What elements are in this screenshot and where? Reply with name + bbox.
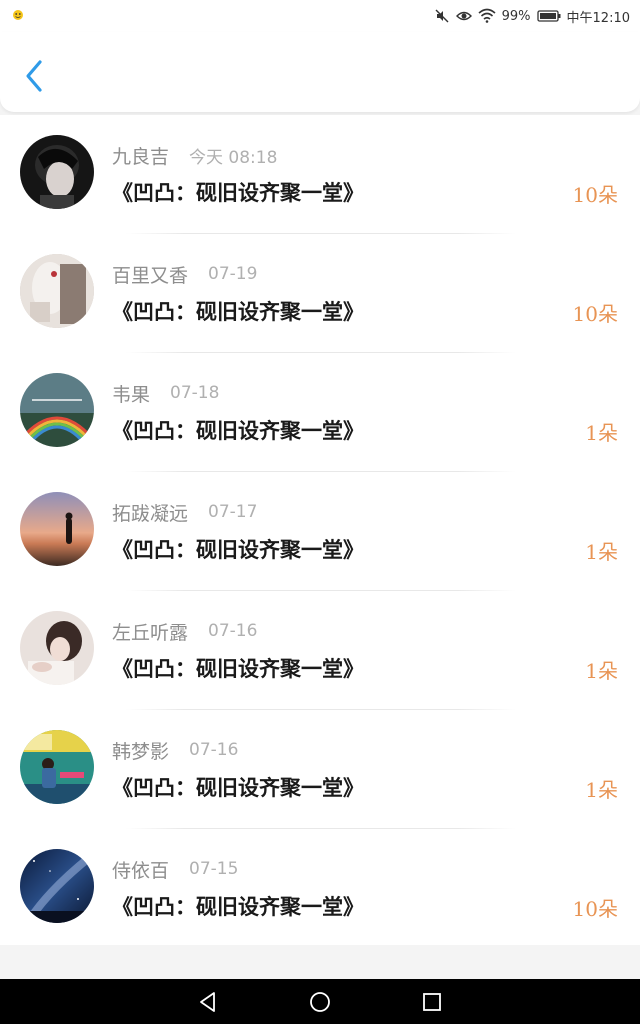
flower-count: 10朵 [572, 302, 618, 326]
name-line: 九良吉 今天 08:18 [112, 143, 278, 168]
sender-name: 百里又香 [112, 264, 189, 287]
work-title: 《凹凸：砚旧设齐聚一堂》 [112, 537, 364, 562]
avatar[interactable] [20, 611, 94, 685]
sender-name: 左丘听露 [112, 621, 189, 644]
battery-percent: 99% [501, 8, 531, 24]
list-item[interactable]: 侍依百 07-15 《凹凸：砚旧设齐聚一堂》 10朵 [0, 829, 640, 948]
list-item[interactable]: 拓跋凝远 07-17 《凹凸：砚旧设齐聚一堂》 1朵 [0, 472, 640, 591]
send-time: 07-16 [189, 740, 239, 760]
wifi-icon [478, 8, 496, 23]
flower-count: 1朵 [585, 659, 618, 683]
avatar[interactable] [20, 730, 94, 804]
list-item[interactable]: 九良吉 今天 08:18 《凹凸：砚旧设齐聚一堂》 10朵 [0, 115, 640, 234]
name-line: 百里又香 07-19 [112, 262, 258, 287]
name-line: 拓跋凝远 07-17 [112, 500, 258, 525]
top-header [0, 32, 640, 112]
circle-home-icon[interactable] [308, 990, 332, 1014]
flower-count: 1朵 [585, 778, 618, 802]
sender-name: 九良吉 [112, 145, 170, 168]
flower-count: 10朵 [572, 183, 618, 207]
send-time: 07-19 [208, 264, 258, 284]
work-title: 《凹凸：砚旧设齐聚一堂》 [112, 180, 364, 205]
send-time: 今天 08:18 [189, 147, 278, 168]
send-time: 07-17 [208, 502, 258, 522]
work-title: 《凹凸：砚旧设齐聚一堂》 [112, 418, 364, 443]
square-recents-icon[interactable] [420, 990, 444, 1014]
system-nav-bar [0, 979, 640, 1024]
work-title: 《凹凸：砚旧设齐聚一堂》 [112, 775, 364, 800]
send-time: 07-18 [170, 383, 220, 403]
work-title: 《凹凸：砚旧设齐聚一堂》 [112, 299, 364, 324]
name-line: 侍依百 07-15 [112, 857, 239, 882]
avatar[interactable] [20, 373, 94, 447]
name-line: 韦果 07-18 [112, 381, 220, 406]
list-item[interactable]: 左丘听露 07-16 《凹凸：砚旧设齐聚一堂》 1朵 [0, 591, 640, 710]
sender-name: 拓跋凝远 [112, 502, 189, 525]
list-item[interactable]: 韩梦影 07-16 《凹凸：砚旧设齐聚一堂》 1朵 [0, 710, 640, 829]
battery-icon [536, 10, 561, 22]
send-time: 07-15 [189, 859, 239, 879]
avatar[interactable] [20, 492, 94, 566]
work-title: 《凹凸：砚旧设齐聚一堂》 [112, 656, 364, 681]
avatar[interactable] [20, 849, 94, 923]
name-line: 左丘听露 07-16 [112, 619, 258, 644]
flower-count: 1朵 [585, 421, 618, 445]
notification-emoji-icon [13, 10, 23, 20]
sender-name: 韩梦影 [112, 740, 170, 763]
flower-count: 1朵 [585, 540, 618, 564]
sender-name: 侍依百 [112, 859, 170, 882]
send-time: 07-16 [208, 621, 258, 641]
list-item[interactable]: 百里又香 07-19 《凹凸：砚旧设齐聚一堂》 10朵 [0, 234, 640, 353]
status-right-group: 99% 中午12:10 [434, 6, 630, 26]
chevron-left-icon[interactable] [18, 56, 54, 96]
gift-record-list: 九良吉 今天 08:18 《凹凸：砚旧设齐聚一堂》 10朵 百里又香 07-19… [0, 115, 640, 945]
avatar[interactable] [20, 254, 94, 328]
mute-icon [435, 9, 449, 23]
sender-name: 韦果 [112, 383, 151, 406]
flower-count: 10朵 [572, 897, 618, 921]
work-title: 《凹凸：砚旧设齐聚一堂》 [112, 894, 364, 919]
triangle-back-icon[interactable] [196, 990, 220, 1014]
name-line: 韩梦影 07-16 [112, 738, 239, 763]
status-bar: 99% 中午12:10 [0, 0, 640, 32]
status-time: 中午12:10 [566, 10, 630, 26]
eye-icon [455, 11, 472, 21]
list-item[interactable]: 韦果 07-18 《凹凸：砚旧设齐聚一堂》 1朵 [0, 353, 640, 472]
avatar[interactable] [20, 135, 94, 209]
